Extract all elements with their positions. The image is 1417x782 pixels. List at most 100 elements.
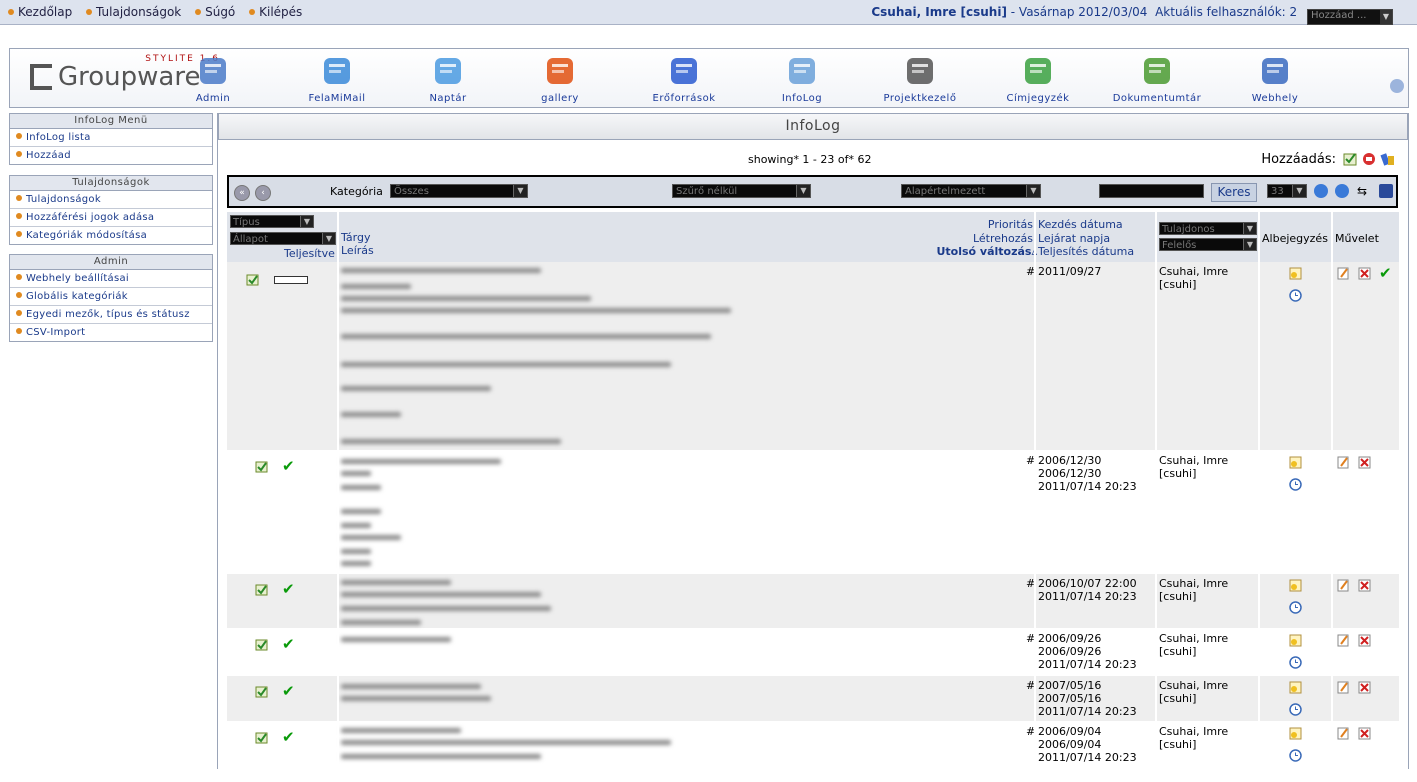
priority-header[interactable]: Prioritás <box>988 218 1033 231</box>
search-button[interactable]: Keres <box>1211 183 1257 202</box>
table-row[interactable]: #2011/09/27 Csuhai, Imre [csuhi] ✔ <box>227 262 1399 450</box>
edit-icon[interactable] <box>1337 579 1350 592</box>
top-link-home[interactable]: Kezdőlap <box>8 5 72 19</box>
chevron-down-icon: ▼ <box>1380 10 1392 24</box>
delete-icon[interactable] <box>1358 727 1371 740</box>
description-header[interactable]: Leírás <box>341 244 374 257</box>
table-row[interactable]: ✔ #2006/09/26 2006/09/26 2011/07/14 20:23… <box>227 629 1399 675</box>
clock-icon[interactable] <box>1289 656 1302 669</box>
completed-header[interactable]: Teljesítve <box>284 247 335 260</box>
app-projektkezel-[interactable]: Projektkezelő <box>865 55 975 104</box>
top-link-help[interactable]: Súgó <box>195 5 235 19</box>
start-date-header[interactable]: Kezdés dátuma <box>1038 218 1123 231</box>
delete-icon[interactable] <box>1358 681 1371 694</box>
add-subentry-icon[interactable] <box>1289 267 1302 280</box>
app-label: Dokumentumtár <box>1112 93 1202 104</box>
add-subentry-icon[interactable] <box>1289 681 1302 694</box>
app-gallery[interactable]: gallery <box>505 55 615 104</box>
filter-select[interactable]: Szűrő nélkül ▼ <box>672 184 811 198</box>
quick-add-select[interactable]: Hozzáad ... ▼ <box>1307 9 1393 25</box>
app-c-mjegyz-k[interactable]: Címjegyzék <box>983 55 1093 104</box>
due-date-header[interactable]: Lejárat napja <box>1038 232 1110 245</box>
sidebar-preferences: Tulajdonságok Tulajdonságok Hozzáférési … <box>9 175 213 245</box>
page-size-select[interactable]: 33 ▼ <box>1267 184 1307 198</box>
app-webhely[interactable]: Webhely <box>1220 55 1330 104</box>
default-select[interactable]: Alapértelmezett ▼ <box>901 184 1041 198</box>
created-by-header[interactable]: Létrehozás <box>973 232 1033 245</box>
columns-icon[interactable]: ⇆ <box>1357 184 1371 198</box>
last-page-icon[interactable] <box>1335 184 1349 198</box>
gallery-icon <box>544 55 576 87</box>
clock-icon[interactable] <box>1289 478 1302 491</box>
type-filter-select[interactable]: Típus ▼ <box>230 215 314 228</box>
app-napt-r[interactable]: Naptár <box>393 55 503 104</box>
sidebar-item-acl[interactable]: Hozzáférési jogok adása <box>10 209 212 227</box>
done-date-header[interactable]: Teljesítés dátuma <box>1038 245 1134 258</box>
next-page-icon[interactable] <box>1314 184 1328 198</box>
sidebar-item-csv-import[interactable]: CSV-Import <box>10 324 212 341</box>
app-felamimail[interactable]: FelaMiMail <box>282 55 392 104</box>
clock-icon[interactable] <box>1289 703 1302 716</box>
blurred-text <box>341 308 731 313</box>
top-link-logout[interactable]: Kilépés <box>249 5 302 19</box>
table-row[interactable]: ✔ #2007/05/16 2007/05/16 2011/07/14 20:23… <box>227 676 1399 721</box>
app-dokumentumt-r[interactable]: Dokumentumtár <box>1102 55 1212 104</box>
category-select[interactable]: Összes ▼ <box>390 184 528 198</box>
edit-icon[interactable] <box>1337 681 1350 694</box>
blurred-text <box>341 334 711 339</box>
sidebar-item-infolog-list[interactable]: InfoLog lista <box>10 129 212 147</box>
subject-header[interactable]: Tárgy <box>341 231 370 244</box>
responsible-filter-select[interactable]: Felelős ▼ <box>1159 238 1257 251</box>
add-subentry-icon[interactable] <box>1289 456 1302 469</box>
sidebar-item-preferences[interactable]: Tulajdonságok <box>10 191 212 209</box>
clock-icon[interactable] <box>1289 601 1302 614</box>
column-divider <box>1155 212 1157 772</box>
blurred-text <box>341 535 401 540</box>
table-row[interactable]: ✔ #2006/12/30 2006/12/30 2011/07/14 20:23… <box>227 451 1399 573</box>
app-admin[interactable]: Admin <box>158 55 268 104</box>
delete-icon[interactable] <box>1358 456 1371 469</box>
top-link-preferences[interactable]: Tulajdonságok <box>86 5 181 19</box>
edit-icon[interactable] <box>1337 267 1350 280</box>
last-modified-header[interactable]: Utolsó változás▵ <box>936 245 1037 258</box>
app-er-forr-sok[interactable]: Erőforrások <box>629 55 739 104</box>
add-subentry-icon[interactable] <box>1289 727 1302 740</box>
owner-name: Csuhai, Imre <box>1159 679 1229 692</box>
sidebar-title: Tulajdonságok <box>10 176 212 191</box>
first-page-icon[interactable]: « <box>234 185 250 201</box>
sidebar-item-site-config[interactable]: Webhely beállításai <box>10 270 212 288</box>
delete-icon[interactable] <box>1358 634 1371 647</box>
delete-icon[interactable] <box>1358 579 1371 592</box>
clock-icon[interactable] <box>1289 749 1302 762</box>
table-row[interactable]: ✔ #2006/09/04 2006/09/04 2011/07/14 20:23… <box>227 722 1399 782</box>
close-task-icon[interactable]: ✔ <box>1379 266 1392 281</box>
sidebar-item-global-categories[interactable]: Globális kategóriák <box>10 288 212 306</box>
sidebar-item-add[interactable]: Hozzáad <box>10 147 212 164</box>
chevron-down-icon: ▼ <box>300 216 313 227</box>
scroll-down-icon[interactable] <box>1390 79 1404 93</box>
blurred-text <box>341 471 371 476</box>
table-row[interactable]: ✔ #2006/10/07 22:00 2011/07/14 20:23 Csuha… <box>227 574 1399 628</box>
app-infolog[interactable]: InfoLog <box>747 55 857 104</box>
sidebar-item-categories[interactable]: Kategóriák módosítása <box>10 227 212 244</box>
owner-filter-select[interactable]: Tulajdonos ▼ <box>1159 222 1257 235</box>
owner-cell: Csuhai, Imre [csuhi] <box>1159 265 1228 291</box>
sidebar-item-custom-fields[interactable]: Egyedi mezők, típus és státusz <box>10 306 212 324</box>
edit-icon[interactable] <box>1337 634 1350 647</box>
column-divider <box>1034 212 1036 772</box>
delete-icon[interactable] <box>1358 267 1371 280</box>
add-subentry-icon[interactable] <box>1289 634 1302 647</box>
top-link-label: Kilépés <box>259 5 303 19</box>
add-subentry-icon[interactable] <box>1289 579 1302 592</box>
add-type-icons[interactable] <box>1342 151 1398 167</box>
prev-page-icon[interactable]: ‹ <box>255 185 271 201</box>
active-users[interactable]: Aktuális felhasználók: 2 <box>1155 5 1297 19</box>
chevron-down-icon: ▼ <box>322 233 335 244</box>
top-link-label: Kezdőlap <box>18 5 73 19</box>
edit-icon[interactable] <box>1337 727 1350 740</box>
save-icon[interactable] <box>1379 184 1393 198</box>
status-filter-select[interactable]: Állapot ▼ <box>230 232 336 245</box>
search-input[interactable] <box>1099 184 1204 198</box>
edit-icon[interactable] <box>1337 456 1350 469</box>
clock-icon[interactable] <box>1289 289 1302 302</box>
